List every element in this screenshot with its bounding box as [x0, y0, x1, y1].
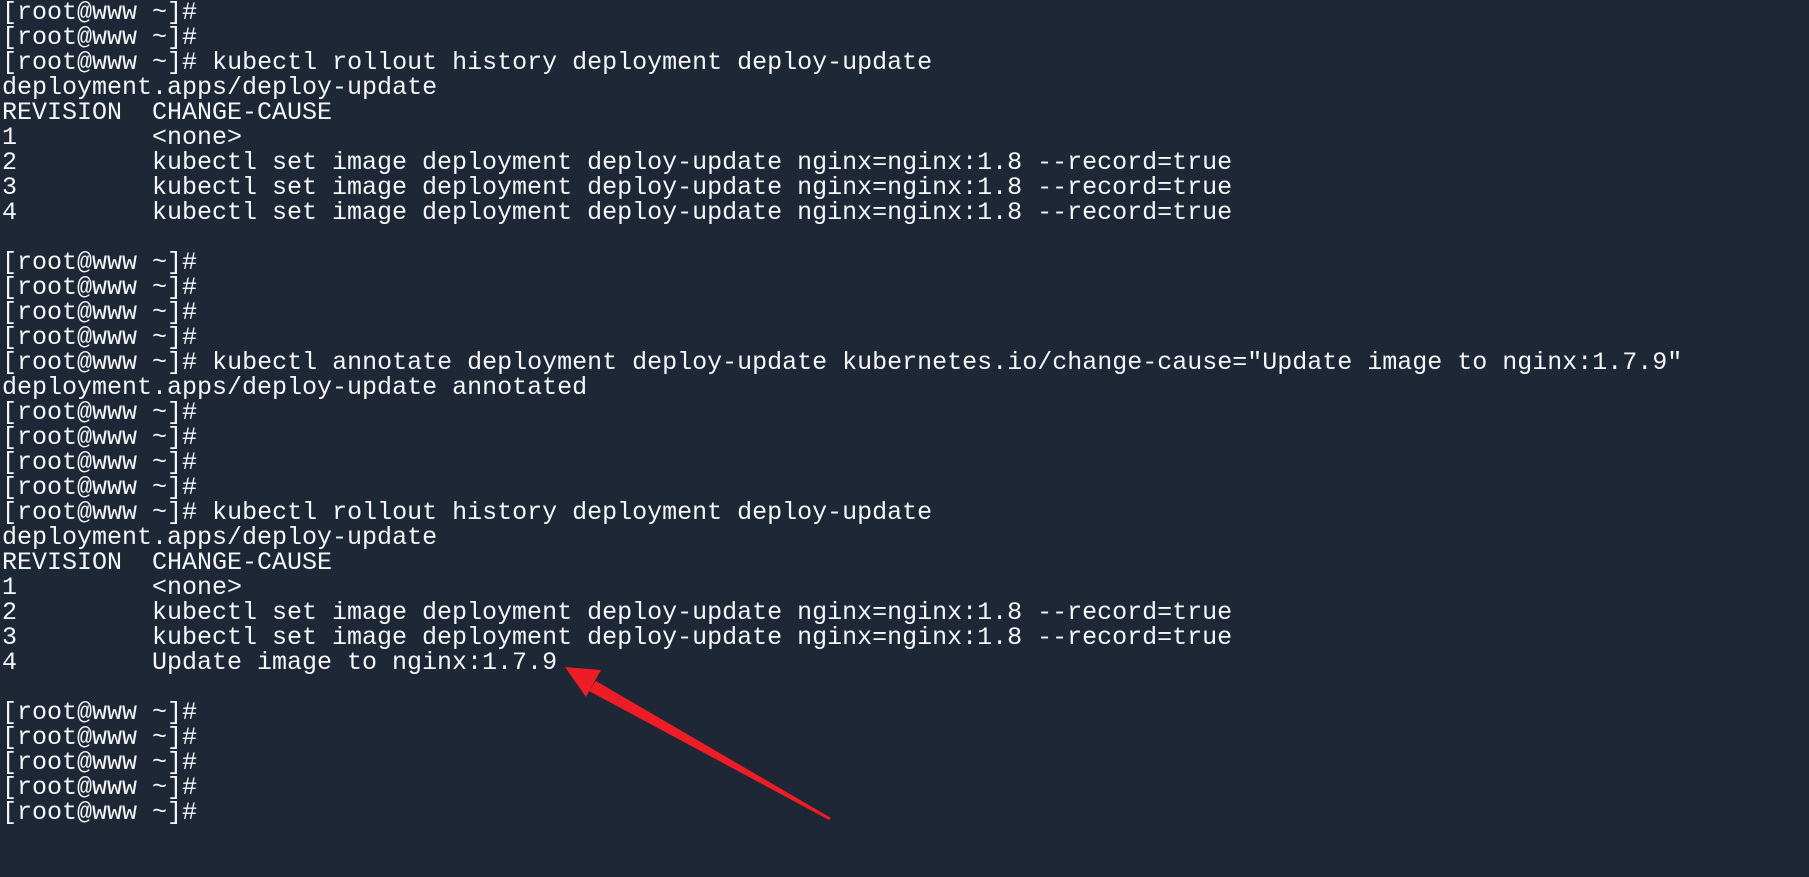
command-line: [root@www ~]# kubectl annotate deploymen… [2, 350, 1809, 375]
revision-cell: 3 [2, 173, 18, 202]
history-table-row: 1 <none> [2, 125, 1809, 150]
revision-cell: 3 [2, 623, 18, 652]
prompt-line: [root@www ~]# [2, 275, 1809, 300]
revision-column-header: REVISION [2, 548, 123, 577]
prompt-line: [root@www ~]# [2, 475, 1809, 500]
history-table-row: 2 kubectl set image deployment deploy-upd… [2, 150, 1809, 175]
revision-cell: 1 [2, 123, 18, 152]
prompt-line: [root@www ~]# [2, 400, 1809, 425]
revision-cell: 4 [2, 648, 18, 677]
prompt-line: [root@www ~]# [2, 750, 1809, 775]
change-cause-cell: Update image to nginx:1.7.9 [152, 648, 558, 677]
prompt-line: [root@www ~]# [2, 725, 1809, 750]
prompt-line: [root@www ~]# [2, 450, 1809, 475]
history-table-row: 3 kubectl set image deployment deploy-upd… [2, 625, 1809, 650]
output-line: deployment.apps/deploy-update annotated [2, 375, 1809, 400]
command-line: [root@www ~]# kubectl rollout history de… [2, 50, 1809, 75]
prompt-line: [root@www ~]# [2, 300, 1809, 325]
command-line: [root@www ~]# kubectl rollout history de… [2, 500, 1809, 525]
revision-cell: 2 [2, 148, 18, 177]
history-table-row: 3 kubectl set image deployment deploy-upd… [2, 175, 1809, 200]
change-cause-cell: kubectl set image deployment deploy-upda… [152, 198, 1233, 227]
history-table-row: 1 <none> [2, 575, 1809, 600]
output-line: deployment.apps/deploy-update [2, 525, 1809, 550]
prompt-line: [root@www ~]# [2, 700, 1809, 725]
revision-cell: 4 [2, 198, 18, 227]
revision-column-header: REVISION [2, 98, 123, 127]
terminal-output: [root@www ~]# [root@www ~]# [root@www ~]# … [2, 0, 1809, 825]
output-line: deployment.apps/deploy-update [2, 75, 1809, 100]
history-table-row: 4 Update image to nginx:1.7.9 [2, 650, 1809, 675]
history-table-row: 2 kubectl set image deployment deploy-upd… [2, 600, 1809, 625]
prompt-line: [root@www ~]# [2, 800, 1809, 825]
history-table-row: 4 kubectl set image deployment deploy-upd… [2, 200, 1809, 225]
prompt-line: [root@www ~]# [2, 250, 1809, 275]
history-table-header: REVISION CHANGE-CAUSE [2, 100, 1809, 125]
prompt-line: [root@www ~]# [2, 25, 1809, 50]
prompt-line: [root@www ~]# [2, 775, 1809, 800]
revision-cell: 1 [2, 573, 18, 602]
prompt-line: [root@www ~]# [2, 425, 1809, 450]
prompt-line: [root@www ~]# [2, 0, 1809, 25]
revision-cell: 2 [2, 598, 18, 627]
shell-prompt: [root@www ~]# [2, 798, 198, 827]
prompt-line: [root@www ~]# [2, 325, 1809, 350]
history-table-header: REVISION CHANGE-CAUSE [2, 550, 1809, 575]
terminal-window[interactable]: [root@www ~]# [root@www ~]# [root@www ~]# … [0, 0, 1809, 877]
